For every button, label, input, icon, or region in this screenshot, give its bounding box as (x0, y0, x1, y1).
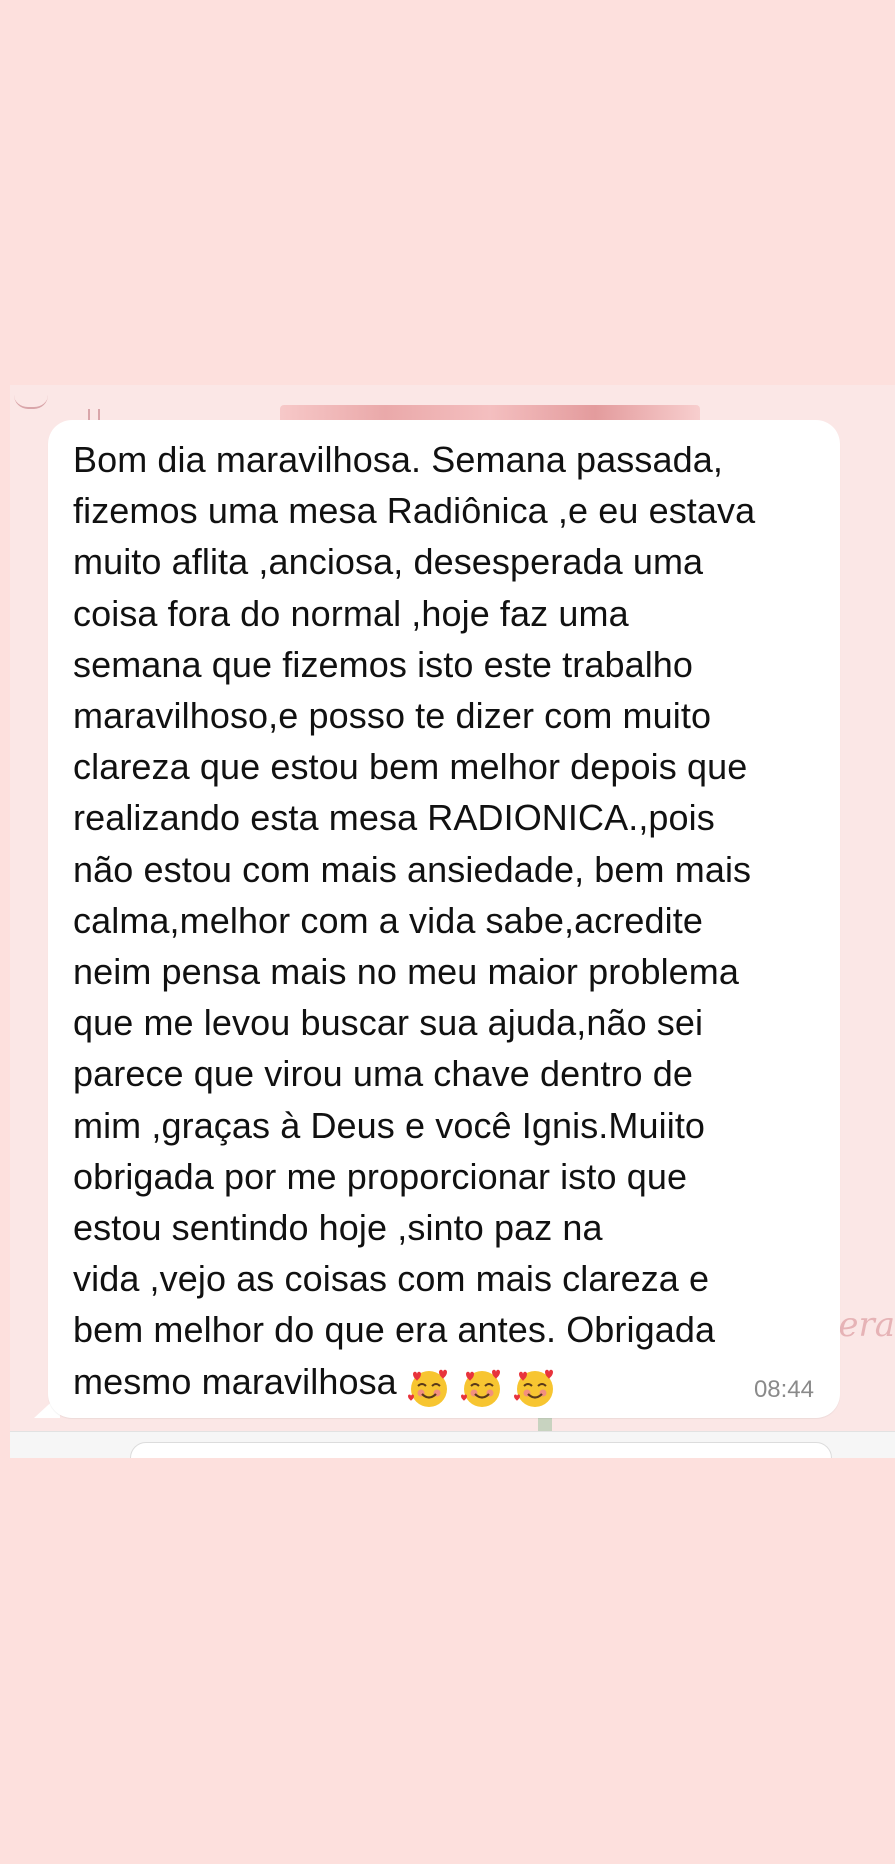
message-line: estou sentindo hoje ,sinto paz na (73, 1207, 603, 1249)
message-line: parece que virou uma chave dentro de (73, 1053, 693, 1095)
message-line: que me levou buscar sua ajuda,não sei (73, 1002, 704, 1044)
message-timestamp: 08:44 (753, 1376, 814, 1403)
message-line: neim pensa mais no meu maior problema (73, 951, 740, 993)
message-line: obrigada por me proporcionar isto que (73, 1155, 688, 1197)
smiling-face-with-hearts-icon (407, 1369, 447, 1408)
message-line: maravilhoso,e posso te dizer com muito (73, 695, 712, 737)
message-line: realizando esta mesa RADIONICA.,pois (73, 797, 715, 839)
emoji-group (407, 1360, 566, 1411)
message-line: calma,melhor com a vida sabe,acredite (73, 899, 703, 941)
message-last-line: mesmo maravilhosa (73, 1356, 816, 1411)
message-line: não estou com mais ansiedade, bem mais (73, 848, 752, 890)
message-line: vida ,vejo as coisas com mais clareza e (73, 1258, 710, 1300)
message-text: Bom dia maravilhosa. Semana passada, fiz… (73, 434, 816, 1411)
message-line: coisa fora do normal ,hoje faz uma (73, 592, 629, 634)
message-line: clareza que estou bem melhor depois que (73, 746, 748, 788)
incoming-message-bubble[interactable]: Bom dia maravilhosa. Semana passada, fiz… (48, 420, 840, 1418)
wallpaper-swirl-decoration (14, 395, 48, 409)
message-line: Bom dia maravilhosa. Semana passada, (73, 439, 723, 480)
message-line: fizemos uma mesa Radiônica ,e eu estava (73, 490, 756, 532)
message-line: bem melhor do que era antes. Obrigada (73, 1309, 716, 1351)
message-line: muito aflita ,anciosa, desesperada uma (73, 541, 704, 583)
smiling-face-with-hearts-icon (460, 1369, 500, 1408)
message-line: mim ,graças à Deus e você Ignis.Muiito (73, 1104, 706, 1146)
message-input-bar (10, 1431, 895, 1458)
message-line: mesmo maravilhosa (73, 1360, 397, 1402)
message-line: semana que fizemos isto este trabalho (73, 643, 694, 685)
wallpaper-script-text: era (838, 1305, 895, 1345)
message-input-field[interactable] (130, 1442, 832, 1458)
smiling-face-with-hearts-icon (513, 1369, 553, 1408)
